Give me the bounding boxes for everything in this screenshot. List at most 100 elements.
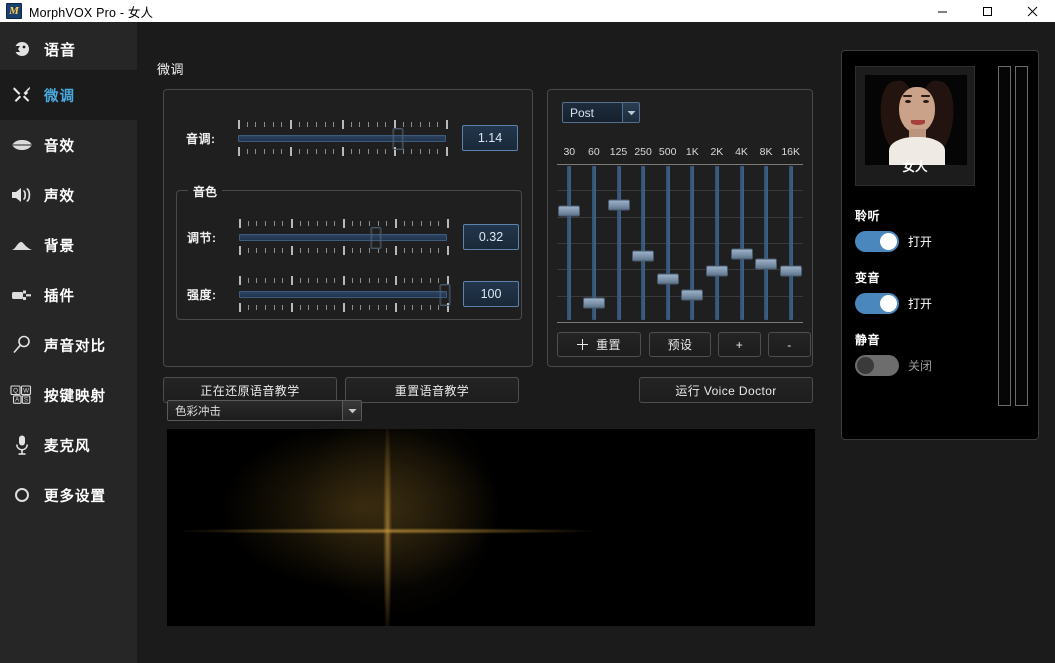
eq-plus-button[interactable]: + xyxy=(718,332,761,357)
minimize-button[interactable] xyxy=(920,0,965,22)
eq-band-track xyxy=(567,166,572,320)
slider-tick xyxy=(290,120,292,129)
slider-handle[interactable] xyxy=(439,284,451,306)
slider-tick xyxy=(428,149,430,154)
slider-tick xyxy=(317,248,318,253)
sidebar-item-key-mapping[interactable]: QW AS 按键映射 xyxy=(0,370,137,420)
slider-handle[interactable] xyxy=(392,128,404,150)
slider-tick xyxy=(403,248,405,253)
slider-tick xyxy=(299,248,301,253)
slider-tick xyxy=(273,305,275,310)
eq-band-slider[interactable] xyxy=(681,164,704,322)
eq-band-slider[interactable] xyxy=(607,164,630,322)
eq-minus-button[interactable]: - xyxy=(768,332,811,357)
eq-preset-button[interactable]: 预设 xyxy=(649,332,711,357)
eq-band-slider[interactable] xyxy=(632,164,655,322)
eq-sliders xyxy=(557,164,803,323)
slider-tick xyxy=(308,221,310,226)
visualizer-select[interactable]: 色彩冲击 xyxy=(167,400,362,421)
eq-band-handle[interactable] xyxy=(755,258,778,270)
slider-tick xyxy=(343,246,345,255)
timbre-groupbox: 音色 调节: 0.32 强度: 100 xyxy=(176,183,522,320)
eq-band-track xyxy=(714,166,719,320)
reset-voice-training-button[interactable]: 重置语音教学 xyxy=(345,377,519,403)
eq-band-slider[interactable] xyxy=(730,164,753,322)
slider-tick xyxy=(412,278,414,283)
slider-track xyxy=(239,234,447,241)
slider-tick xyxy=(351,278,353,283)
visualizer-preview[interactable] xyxy=(167,429,815,626)
sidebar-item-more-settings[interactable]: 更多设置 xyxy=(0,470,137,520)
sidebar-item-plugins[interactable]: 插件 xyxy=(0,270,137,320)
slider-tick xyxy=(291,219,293,228)
eq-band-slider[interactable] xyxy=(582,164,605,322)
adjust-value[interactable]: 0.32 xyxy=(463,224,519,250)
eq-band-slider[interactable] xyxy=(656,164,679,322)
slider-ticks-bottom xyxy=(239,303,449,312)
eq-band-handle[interactable] xyxy=(632,250,655,262)
slider-tick xyxy=(369,248,370,253)
sidebar-item-label: 微调 xyxy=(44,88,75,105)
adjust-slider[interactable] xyxy=(239,219,449,255)
pitch-slider[interactable] xyxy=(238,120,448,156)
eq-band-handle[interactable] xyxy=(558,205,581,217)
eq-reset-button[interactable]: 重置 xyxy=(557,332,641,357)
slider-tick xyxy=(343,303,345,312)
slider-ticks-top xyxy=(238,120,448,129)
eq-band-handle[interactable] xyxy=(779,265,802,277)
slider-tick xyxy=(386,248,388,253)
eq-mode-select[interactable]: Post xyxy=(562,102,640,123)
slider-tick xyxy=(342,147,344,156)
eq-band-slider[interactable] xyxy=(705,164,728,322)
strength-slider[interactable] xyxy=(239,276,451,312)
eq-band-handle[interactable] xyxy=(656,273,679,285)
mute-toggle[interactable] xyxy=(855,355,899,376)
sidebar-item-sound-effects[interactable]: 声效 xyxy=(0,170,137,220)
microphone-icon xyxy=(0,434,44,456)
close-button[interactable] xyxy=(1010,0,1055,22)
avatar[interactable]: 女人 xyxy=(855,66,975,186)
slider-tick xyxy=(446,120,448,129)
sidebar-item-microphone[interactable]: 麦克风 xyxy=(0,420,137,470)
slider-tick xyxy=(265,305,266,310)
listen-state: 打开 xyxy=(908,235,933,249)
eq-band-handle[interactable] xyxy=(730,248,753,260)
slider-tick xyxy=(360,221,362,226)
toggle-knob xyxy=(857,357,874,374)
sidebar-section-voice[interactable]: 语音 xyxy=(0,28,137,70)
eq-frequency-label: 8K xyxy=(759,146,773,158)
eq-band-handle[interactable] xyxy=(582,297,605,309)
slider-tick xyxy=(385,122,387,127)
slider-tick xyxy=(247,305,249,310)
eq-band-handle[interactable] xyxy=(681,289,704,301)
slider-tick xyxy=(342,120,344,129)
sidebar-item-voice-compare[interactable]: 声音对比 xyxy=(0,320,137,370)
morph-toggle[interactable] xyxy=(855,293,899,314)
sidebar-item-tune[interactable]: 微调 xyxy=(0,70,137,120)
slider-handle[interactable] xyxy=(370,227,382,249)
eq-frequency-label: 60 xyxy=(588,146,600,158)
listen-toggle[interactable] xyxy=(855,231,899,252)
eq-band-slider[interactable] xyxy=(558,164,581,322)
plug-icon xyxy=(0,287,44,303)
eq-band-handle[interactable] xyxy=(607,199,630,211)
mute-label: 静音 xyxy=(855,333,881,347)
maximize-button[interactable] xyxy=(965,0,1010,22)
slider-tick xyxy=(420,122,421,127)
strength-value[interactable]: 100 xyxy=(463,281,519,307)
slider-tick xyxy=(429,278,431,283)
slider-tick xyxy=(291,303,293,312)
avatar-eye-left xyxy=(905,100,911,103)
eq-band-slider[interactable] xyxy=(755,164,778,322)
slider-tick xyxy=(299,221,301,226)
eq-band-slider[interactable] xyxy=(779,164,802,322)
eq-band-handle[interactable] xyxy=(705,265,728,277)
slider-ticks-bottom xyxy=(238,147,448,156)
run-voice-doctor-button[interactable]: 运行 Voice Doctor xyxy=(639,377,813,403)
window-title: MorphVOX Pro - 女人 xyxy=(29,5,154,20)
eq-frequency-label: 125 xyxy=(609,146,628,158)
pitch-value[interactable]: 1.14 xyxy=(462,125,518,151)
sidebar-item-background[interactable]: 背景 xyxy=(0,220,137,270)
slider-tick xyxy=(299,305,301,310)
sidebar-item-effects[interactable]: 音效 xyxy=(0,120,137,170)
